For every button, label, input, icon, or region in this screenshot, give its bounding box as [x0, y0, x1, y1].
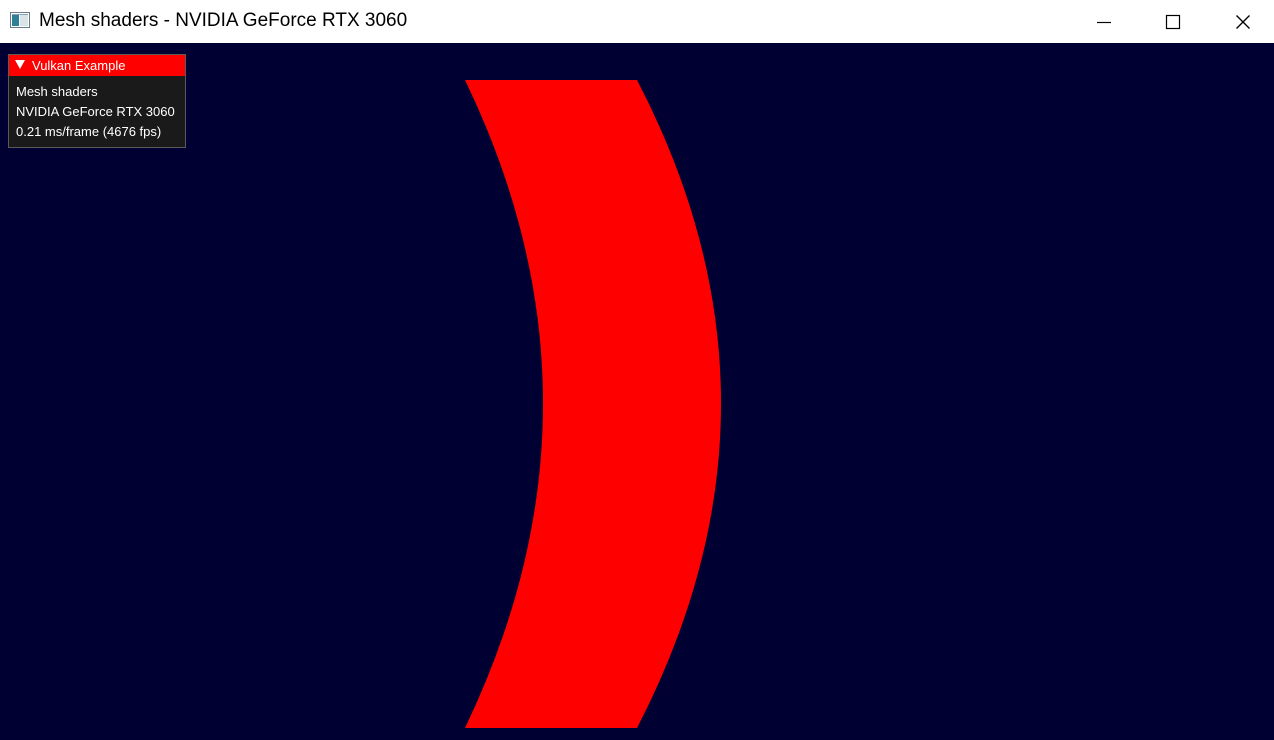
window-title: Mesh shaders - NVIDIA GeForce RTX 3060 [39, 10, 408, 31]
app-icon [10, 12, 30, 28]
minimize-icon [1097, 21, 1111, 23]
close-button[interactable] [1208, 0, 1274, 43]
red-curved-mesh [465, 80, 721, 728]
collapse-arrow-icon[interactable] [15, 60, 25, 70]
overlay-title: Vulkan Example [32, 58, 126, 73]
maximize-icon [1165, 14, 1181, 29]
frame-time: 0.21 ms/frame (4676 fps) [16, 124, 162, 139]
example-name: Mesh shaders [16, 84, 98, 99]
window-titlebar[interactable]: Mesh shaders - NVIDIA GeForce RTX 3060 [0, 0, 1274, 43]
minimize-button[interactable] [1069, 0, 1139, 43]
render-viewport[interactable] [0, 43, 1274, 740]
mesh-scene [465, 80, 721, 728]
vulkan-example-overlay[interactable]: Vulkan Example Mesh shaders NVIDIA GeFor… [8, 54, 186, 148]
close-icon [1236, 14, 1250, 29]
gpu-name: NVIDIA GeForce RTX 3060 [16, 104, 175, 119]
overlay-header[interactable]: Vulkan Example [9, 55, 185, 76]
maximize-button[interactable] [1138, 0, 1208, 43]
